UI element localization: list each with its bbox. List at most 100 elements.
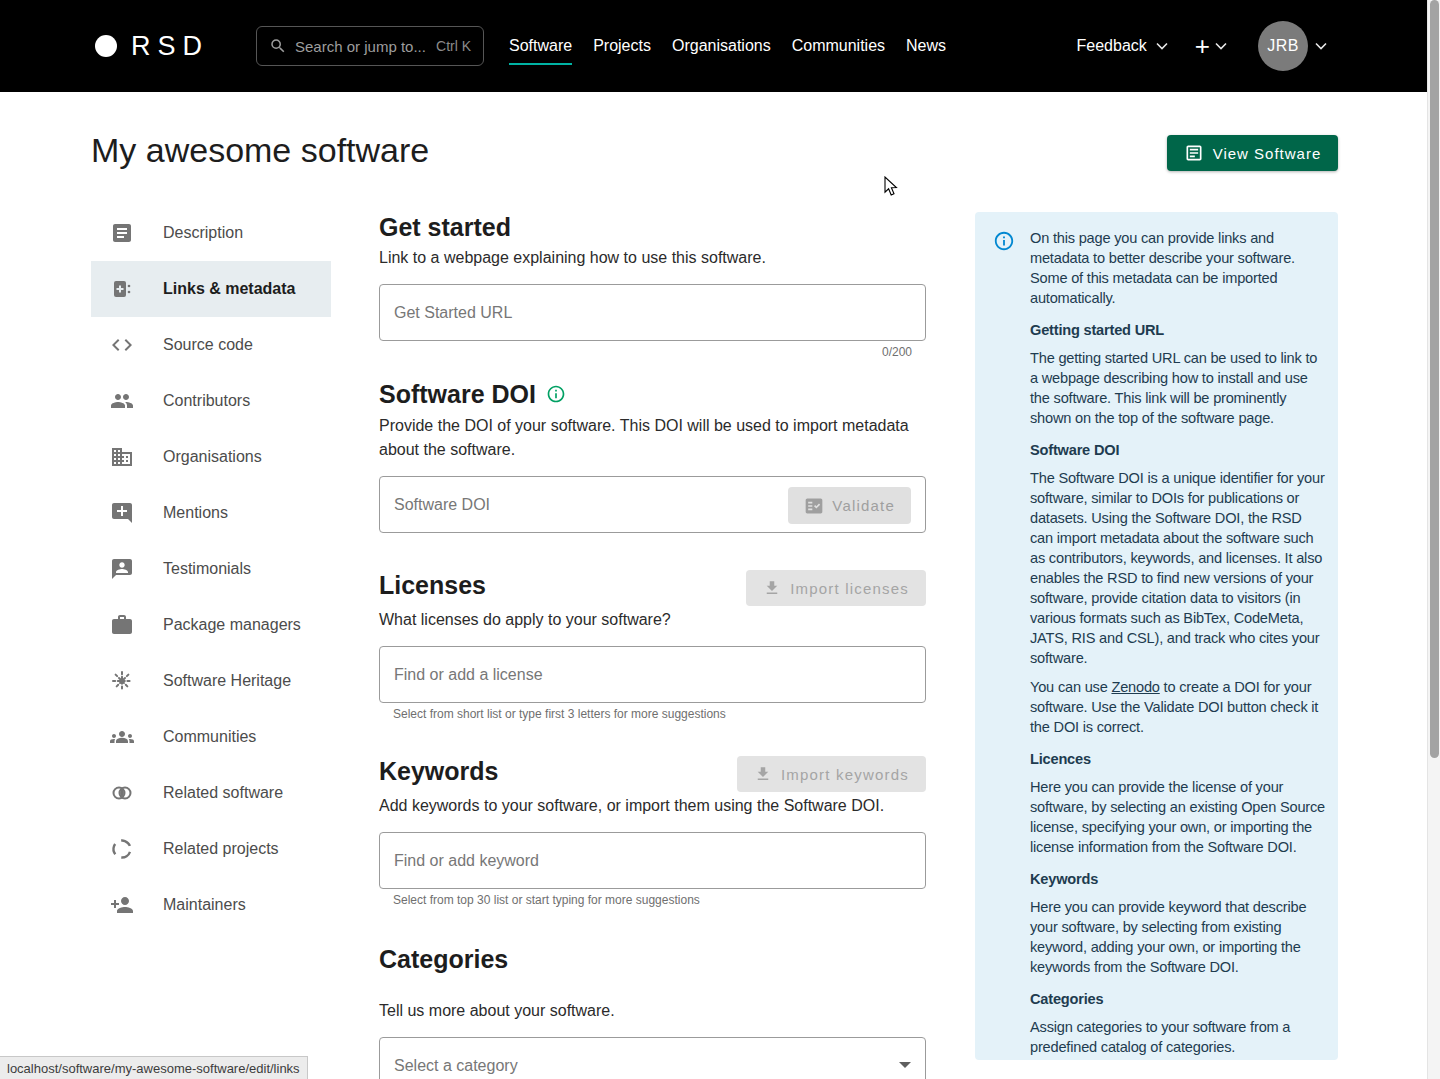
software-doi-input[interactable]: Software DOI Validate	[379, 476, 926, 533]
join-circles-icon	[110, 781, 134, 805]
page-title: My awesome software	[91, 131, 429, 170]
testimonial-icon	[110, 557, 134, 581]
sidebar-item-label: Package managers	[163, 616, 301, 634]
nav-communities[interactable]: Communities	[792, 31, 885, 61]
help-getting-started-heading: Getting started URL	[1030, 320, 1326, 340]
help-categories-text: Assign categories to your software from …	[1030, 1017, 1326, 1057]
import-keywords-label: Import keywords	[781, 766, 909, 783]
page-scrollbar[interactable]	[1427, 0, 1440, 1079]
licenses-subtitle: What licenses do apply to your software?	[379, 608, 926, 632]
links-metadata-icon	[110, 277, 134, 301]
rsd-logo[interactable]: RSD	[95, 31, 209, 62]
sidebar-item-mentions[interactable]: Mentions	[91, 485, 331, 541]
import-licenses-button[interactable]: Import licenses	[746, 570, 926, 606]
fact-check-icon	[804, 496, 824, 516]
sidebar-item-label: Software Heritage	[163, 672, 291, 690]
rsd-logo-text: RSD	[131, 31, 209, 62]
get-started-heading: Get started	[379, 212, 926, 242]
work-icon	[110, 613, 134, 637]
chevron-down-icon	[1315, 42, 1327, 50]
info-icon[interactable]	[546, 384, 566, 404]
scrollbar-thumb[interactable]	[1430, 0, 1439, 758]
get-started-subtitle: Link to a webpage explaining how to use …	[379, 246, 926, 270]
software-heritage-icon	[110, 669, 134, 693]
view-software-button[interactable]: View Software	[1167, 135, 1338, 171]
keywords-heading: Keywords	[379, 756, 498, 786]
help-panel: On this page you can provide links and m…	[975, 212, 1338, 1060]
help-keywords-heading: Keywords	[1030, 869, 1326, 889]
download-icon	[754, 765, 772, 783]
license-input[interactable]: Find or add a license	[379, 646, 926, 703]
sidebar-item-testimonials[interactable]: Testimonials	[91, 541, 331, 597]
validate-doi-button[interactable]: Validate	[788, 487, 911, 524]
info-icon	[993, 230, 1015, 252]
person-add-icon	[110, 893, 134, 917]
license-placeholder: Find or add a license	[394, 666, 543, 684]
view-software-label: View Software	[1213, 145, 1322, 162]
sidebar-item-label: Maintainers	[163, 896, 246, 914]
sidebar-item-label: Links & metadata	[163, 280, 295, 298]
user-menu[interactable]: JRB	[1258, 21, 1327, 71]
description-icon	[110, 221, 134, 245]
page: RSD Search or jump to... Ctrl K Software…	[0, 0, 1440, 1079]
sidebar-item-source-code[interactable]: Source code	[91, 317, 331, 373]
zenodo-link[interactable]: Zenodo	[1111, 679, 1159, 695]
sidebar-item-related-software[interactable]: Related software	[91, 765, 331, 821]
add-comment-icon	[110, 501, 134, 525]
help-licences-text: Here you can provide the license of your…	[1030, 777, 1326, 857]
sidebar-item-label: Related software	[163, 784, 283, 802]
get-started-url-input[interactable]: Get Started URL	[379, 284, 926, 341]
sidebar-item-software-heritage[interactable]: Software Heritage	[91, 653, 331, 709]
browser-status-bar: localhost/software/my-awesome-software/e…	[0, 1056, 308, 1079]
sidebar-item-maintainers[interactable]: Maintainers	[91, 877, 331, 933]
navbar-right: Feedback + JRB	[1077, 21, 1327, 71]
sidebar-item-label: Communities	[163, 728, 256, 746]
software-doi-section: Software DOI Provide the DOI of your sof…	[379, 379, 926, 533]
search-input[interactable]: Search or jump to... Ctrl K	[256, 26, 484, 66]
sidebar-item-description[interactable]: Description	[91, 205, 331, 261]
sidebar-item-organisations[interactable]: Organisations	[91, 429, 331, 485]
edit-sections-sidebar: Description Links & metadata Source code…	[91, 205, 331, 933]
people-icon	[110, 389, 134, 413]
main-nav: Software Projects Organisations Communit…	[509, 31, 946, 61]
sidebar-item-package-managers[interactable]: Package managers	[91, 597, 331, 653]
status-url: localhost/software/my-awesome-software/e…	[7, 1061, 300, 1076]
sidebar-item-label: Contributors	[163, 392, 250, 410]
feedback-menu[interactable]: Feedback	[1077, 37, 1168, 55]
help-keywords-text: Here you can provide keyword that descri…	[1030, 897, 1326, 977]
help-licences-heading: Licences	[1030, 749, 1326, 769]
char-counter: 0/200	[379, 345, 926, 359]
help-zenodo-text: You can use Zenodo to create a DOI for y…	[1030, 677, 1326, 737]
sidebar-item-links-metadata[interactable]: Links & metadata	[91, 261, 331, 317]
nav-software[interactable]: Software	[509, 31, 572, 61]
keyword-placeholder: Find or add keyword	[394, 852, 539, 870]
help-intro: On this page you can provide links and m…	[1030, 228, 1326, 308]
dashed-circle-icon	[110, 837, 134, 861]
feedback-label: Feedback	[1077, 37, 1147, 55]
import-keywords-button[interactable]: Import keywords	[737, 756, 926, 792]
sidebar-item-contributors[interactable]: Contributors	[91, 373, 331, 429]
sidebar-item-related-projects[interactable]: Related projects	[91, 821, 331, 877]
nav-organisations[interactable]: Organisations	[672, 31, 771, 61]
sidebar-item-label: Description	[163, 224, 243, 242]
nav-projects[interactable]: Projects	[593, 31, 651, 61]
sidebar-item-communities[interactable]: Communities	[91, 709, 331, 765]
validate-label: Validate	[832, 497, 895, 514]
code-icon	[110, 333, 134, 357]
sidebar-item-label: Testimonials	[163, 560, 251, 578]
add-menu[interactable]: +	[1195, 33, 1227, 59]
licenses-heading: Licenses	[379, 570, 486, 600]
categories-heading: Categories	[379, 944, 926, 974]
download-icon	[763, 579, 781, 597]
chevron-down-icon	[1156, 42, 1168, 50]
software-doi-placeholder: Software DOI	[394, 496, 490, 514]
groups-icon	[110, 725, 134, 749]
software-doi-subtitle: Provide the DOI of your software. This D…	[379, 414, 926, 462]
category-select-placeholder: Select a category	[394, 1057, 518, 1075]
keyword-input[interactable]: Find or add keyword	[379, 832, 926, 889]
help-software-doi-heading: Software DOI	[1030, 440, 1326, 460]
nav-news[interactable]: News	[906, 31, 946, 61]
help-categories-heading: Categories	[1030, 989, 1326, 1009]
sidebar-item-label: Mentions	[163, 504, 228, 522]
category-select[interactable]: Select a category	[379, 1037, 926, 1079]
